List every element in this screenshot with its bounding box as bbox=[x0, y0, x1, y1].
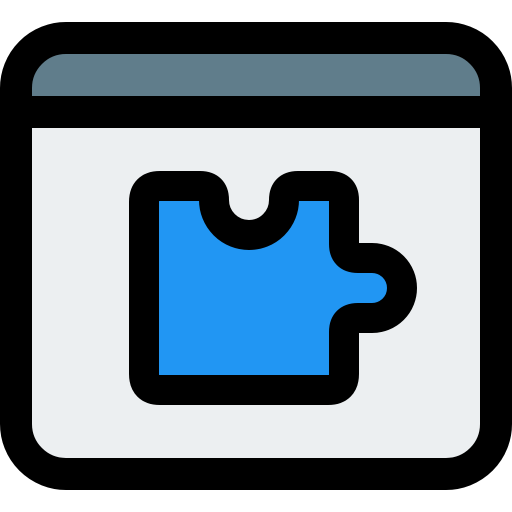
browser-extension-svg bbox=[0, 22, 512, 490]
browser-extension-icon bbox=[0, 0, 512, 512]
